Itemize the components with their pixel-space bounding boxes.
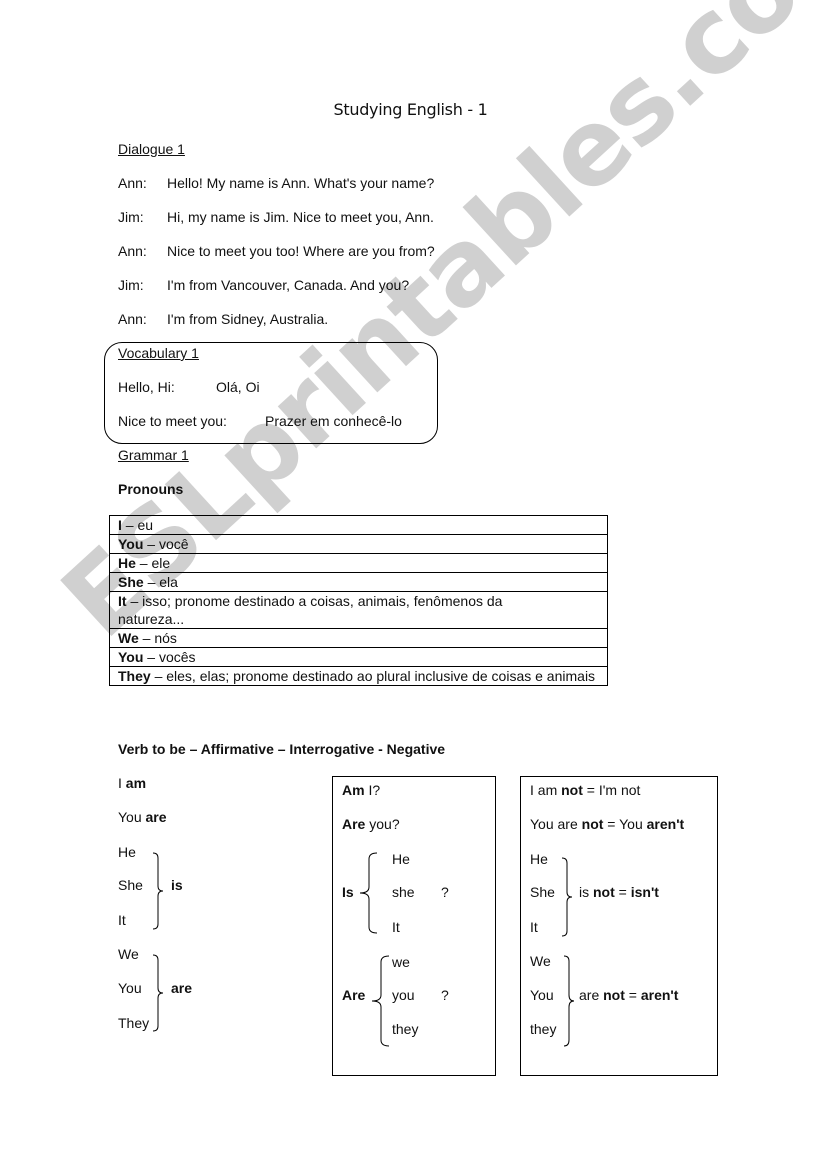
pronoun: We (118, 630, 139, 646)
right-brace-icon (561, 857, 573, 937)
dialogue-speaker: Ann: (118, 311, 147, 327)
negation: not (603, 987, 625, 1003)
verb: Is (342, 884, 354, 900)
subject: you? (365, 816, 400, 832)
pronoun-meaning: – nós (138, 630, 177, 646)
question-mark: ? (441, 987, 449, 1003)
negative-text: = You (603, 816, 647, 832)
question-mark: ? (441, 884, 449, 900)
pronoun-meaning: – ele (135, 555, 171, 571)
verb: am (125, 775, 147, 791)
subject: He (118, 844, 136, 860)
subject: She (530, 884, 555, 900)
pronoun: He (118, 555, 136, 571)
pronoun-meaning: – você (143, 536, 189, 552)
negative-text: You are (530, 816, 582, 832)
verb: Are (342, 987, 366, 1003)
subject: It (530, 919, 538, 935)
dialogue-text: I'm from Vancouver, Canada. And you? (167, 277, 410, 293)
negative-text: is (579, 884, 593, 900)
pronoun: You (118, 536, 144, 552)
vocabulary-translation: Olá, Oi (216, 379, 260, 395)
vocabulary-term: Hello, Hi: (118, 379, 175, 395)
subject: I? (364, 782, 381, 798)
subject: she (392, 884, 415, 900)
pronouns-heading: Pronouns (118, 481, 184, 497)
contraction: aren't (640, 987, 679, 1003)
page-title: Studying English - 1 (333, 100, 488, 119)
negative-text: = I'm not (582, 782, 641, 798)
pronoun-meaning: – ela (143, 574, 178, 590)
verb: Am (342, 782, 365, 798)
negative-text: are (579, 987, 604, 1003)
pronoun-meaning: – vocês (143, 649, 196, 665)
verb: are (145, 809, 167, 825)
subject: we (392, 954, 410, 970)
table-row: They – eles, elas; pronome destinado ao … (109, 666, 608, 686)
negation: not (561, 782, 583, 798)
subject: I (118, 775, 126, 791)
pronoun: They (118, 668, 151, 684)
table-row: You – vocês (109, 647, 608, 667)
pronoun-meaning: – isso; pronome destinado a coisas, anim… (118, 593, 503, 627)
pronoun: She (118, 574, 144, 590)
dialogue-text: Hello! My name is Ann. What's your name? (167, 175, 435, 191)
table-row: I – eu (109, 515, 608, 535)
subject: We (118, 946, 139, 962)
subject: You (118, 809, 146, 825)
dialogue-speaker: Jim: (118, 209, 144, 225)
contraction: isn't (630, 884, 659, 900)
subject: You (118, 980, 142, 996)
subject: It (392, 919, 400, 935)
subject: He (530, 851, 548, 867)
grammar-heading: Grammar 1 (118, 447, 189, 463)
dialogue-text: Nice to meet you too! Where are you from… (167, 243, 435, 259)
table-row: We – nós (109, 628, 608, 648)
verb: is (171, 877, 183, 893)
table-row: He – ele (109, 553, 608, 573)
negation: not (581, 816, 604, 832)
dialogue-heading: Dialogue 1 (118, 141, 185, 157)
left-brace-icon (359, 852, 378, 934)
pronouns-table: I – eu You – você He – ele She – ela It … (109, 515, 608, 686)
subject: He (392, 851, 410, 867)
dialogue-speaker: Jim: (118, 277, 144, 293)
subject: they (530, 1021, 557, 1037)
subject: They (118, 1015, 150, 1031)
subject: We (530, 953, 551, 969)
vocabulary-heading: Vocabulary 1 (118, 345, 199, 361)
verb: are (171, 980, 193, 996)
vocabulary-translation: Prazer em conhecê-lo (265, 413, 402, 429)
right-brace-icon (563, 955, 575, 1047)
subject: they (392, 1021, 419, 1037)
vocabulary-term: Nice to meet you: (118, 413, 227, 429)
dialogue-speaker: Ann: (118, 175, 147, 191)
table-row: It – isso; pronome destinado a coisas, a… (109, 591, 608, 629)
dialogue-speaker: Ann: (118, 243, 147, 259)
right-brace-icon (152, 954, 164, 1032)
subject: You (530, 987, 554, 1003)
contraction: aren't (646, 816, 685, 832)
table-row: She – ela (109, 572, 608, 592)
dialogue-text: I'm from Sidney, Australia. (167, 311, 329, 327)
right-brace-icon (152, 852, 164, 930)
pronoun-meaning: – eles, elas; pronome destinado ao plura… (150, 668, 596, 684)
negative-text: = (614, 884, 631, 900)
verb-to-be-heading: Verb to be – Affirmative – Interrogative… (118, 741, 446, 757)
pronoun: It (118, 593, 127, 609)
subject: It (118, 912, 126, 928)
pronoun: You (118, 649, 144, 665)
negation: not (593, 884, 615, 900)
pronoun-meaning: – eu (121, 517, 154, 533)
negative-text: I am (530, 782, 562, 798)
subject: you (392, 987, 415, 1003)
subject: She (118, 877, 143, 893)
left-brace-icon (371, 955, 390, 1047)
dialogue-text: Hi, my name is Jim. Nice to meet you, An… (167, 209, 434, 225)
verb: Are (342, 816, 366, 832)
table-row: You – você (109, 534, 608, 554)
negative-text: = (624, 987, 641, 1003)
